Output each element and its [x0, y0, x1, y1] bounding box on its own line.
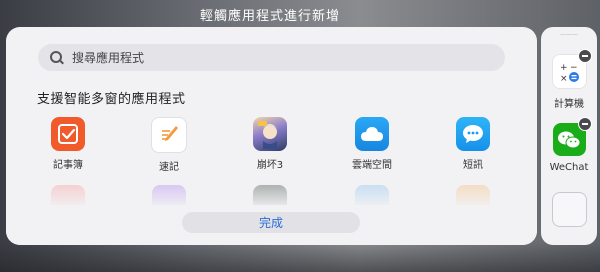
side-app-bar: ——— + − × 計算機 WeChat — [541, 27, 597, 245]
message-icon — [456, 117, 490, 151]
scroll-fade — [6, 177, 537, 245]
section-title: 支援智能多窗的應用程式 — [37, 92, 186, 107]
app-game[interactable]: 崩坏3 — [230, 117, 310, 171]
app-label: 崩坏3 — [256, 160, 284, 171]
app-label: 雲端空間 — [352, 160, 392, 171]
app-label: 短訊 — [463, 160, 483, 171]
search-placeholder: 搜尋應用程式 — [72, 51, 145, 65]
search-input[interactable]: 搜尋應用程式 — [38, 44, 505, 71]
app-picker-panel: 搜尋應用程式 支援智能多窗的應用程式 記事簿 速記 崩坏3 雲端空間 短訊 完成 — [6, 27, 537, 245]
page-title: 輕觸應用程式進行新增 — [199, 9, 340, 24]
svg-text:+: + — [560, 63, 568, 73]
done-button[interactable]: 完成 — [182, 212, 360, 233]
side-app-wechat[interactable]: WeChat — [541, 117, 597, 173]
side-app-label: 計算機 — [554, 99, 584, 110]
background-dim — [0, 242, 600, 272]
game-icon — [253, 117, 287, 151]
app-label: 記事簿 — [53, 160, 83, 171]
app-quick-note[interactable]: 速記 — [129, 117, 209, 173]
app-messages[interactable]: 短訊 — [433, 117, 513, 171]
cloud-icon — [355, 117, 389, 151]
side-app-label: WeChat — [549, 162, 589, 173]
remove-icon[interactable] — [577, 117, 592, 131]
search-icon — [50, 50, 64, 65]
empty-slot[interactable] — [552, 192, 587, 227]
svg-text:−: − — [570, 63, 578, 73]
quick-note-icon — [151, 117, 187, 153]
app-notes[interactable]: 記事簿 — [28, 117, 108, 171]
notes-icon — [51, 117, 85, 151]
remove-icon[interactable] — [577, 49, 592, 63]
side-app-calculator[interactable]: + − × 計算機 — [541, 49, 597, 110]
app-label: 速記 — [159, 162, 179, 173]
svg-text:×: × — [560, 74, 568, 84]
side-handle: ——— — [560, 31, 578, 38]
calculator-icon: + − × — [551, 49, 592, 89]
app-cloud[interactable]: 雲端空間 — [332, 117, 412, 171]
wechat-icon — [552, 117, 592, 156]
